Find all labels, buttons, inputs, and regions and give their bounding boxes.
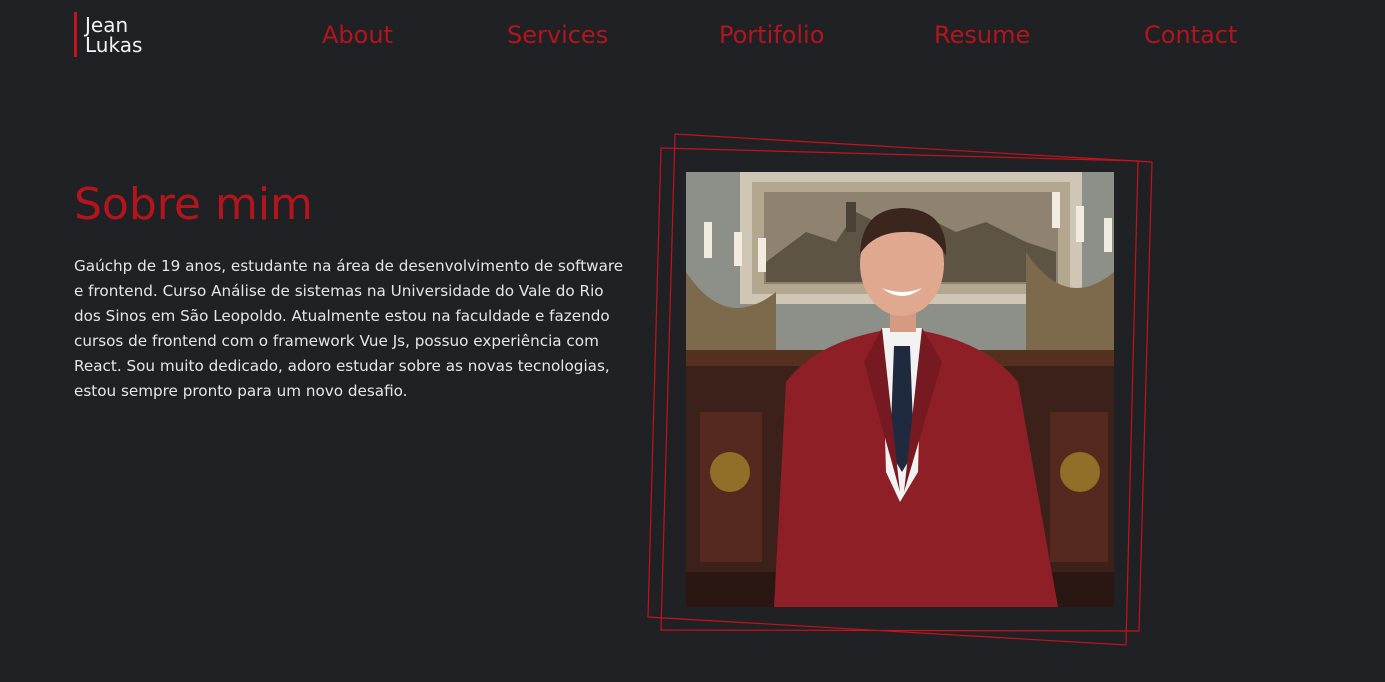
about-paragraph: Gaúchp de 19 anos, estudante na área de … <box>74 257 624 400</box>
nav-link-services[interactable]: Services <box>507 20 608 50</box>
nav-link-portfolio[interactable]: Portifolio <box>719 20 824 50</box>
nav-link-contact[interactable]: Contact <box>1144 20 1237 50</box>
nav-link-about[interactable]: About <box>322 20 393 50</box>
about-title: Sobre mim <box>74 179 313 230</box>
nav-link-resume[interactable]: Resume <box>934 20 1030 50</box>
page: Jean Lukas About Services Portifolio Res… <box>0 0 1385 682</box>
logo-first-name: Jean <box>85 12 129 37</box>
logo-last-name: Lukas <box>85 32 143 57</box>
logo[interactable]: Jean Lukas <box>74 12 142 57</box>
profile-photo <box>686 172 1114 607</box>
